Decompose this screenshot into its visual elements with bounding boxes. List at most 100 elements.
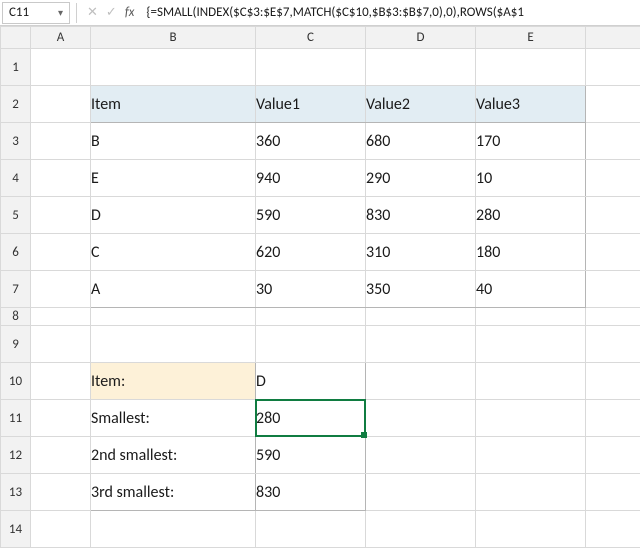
table-row[interactable]: 40 [476,271,586,308]
cell-D14[interactable] [366,511,476,548]
cell-pad5[interactable] [586,197,640,234]
col-head-pad[interactable] [586,27,640,49]
lookup-item-value[interactable]: D [256,363,366,400]
table-row[interactable]: 830 [366,197,476,234]
row-head-7[interactable]: 7 [1,271,31,308]
table-row[interactable]: A [91,271,256,308]
cell-pad7[interactable] [586,271,640,308]
cell-pad4[interactable] [586,160,640,197]
cell-A6[interactable] [31,234,91,271]
row-head-11[interactable]: 11 [1,400,31,437]
name-box[interactable]: C11 ▾ [2,2,70,24]
table-row[interactable]: E [91,160,256,197]
cell-B9[interactable] [91,326,256,363]
cell-A3[interactable] [31,123,91,160]
cell-A1[interactable] [31,49,91,86]
row-head-14[interactable]: 14 [1,511,31,548]
cell-A11[interactable] [31,400,91,437]
row-head-8[interactable]: 8 [1,308,31,326]
lookup-value-2nd[interactable]: 590 [256,437,366,474]
row-head-6[interactable]: 6 [1,234,31,271]
table-row[interactable]: 280 [476,197,586,234]
cell-pad2[interactable] [586,86,640,123]
cell-D8[interactable] [366,308,476,326]
table-row[interactable]: 350 [366,271,476,308]
cell-A8[interactable] [31,308,91,326]
cell-B8[interactable] [91,308,256,326]
cell-A7[interactable] [31,271,91,308]
row-head-12[interactable]: 12 [1,437,31,474]
cell-D11[interactable] [366,400,476,437]
cell-pad8[interactable] [586,308,640,326]
row-head-9[interactable]: 9 [1,326,31,363]
fx-icon[interactable]: fx [125,5,135,20]
cell-E9[interactable] [476,326,586,363]
cell-E14[interactable] [476,511,586,548]
cell-A4[interactable] [31,160,91,197]
cell-pad11[interactable] [586,400,640,437]
cell-D13[interactable] [366,474,476,511]
cell-D9[interactable] [366,326,476,363]
cell-D1[interactable] [366,49,476,86]
table-row[interactable]: C [91,234,256,271]
cell-pad3[interactable] [586,123,640,160]
row-head-5[interactable]: 5 [1,197,31,234]
table-row[interactable]: 10 [476,160,586,197]
cancel-icon[interactable]: ✕ [87,5,98,20]
lookup-label-2nd[interactable]: 2nd smallest: [91,437,256,474]
table-row[interactable]: 620 [256,234,366,271]
cell-pad12[interactable] [586,437,640,474]
cell-E11[interactable] [476,400,586,437]
cell-E10[interactable] [476,363,586,400]
table-row[interactable]: 170 [476,123,586,160]
cell-pad6[interactable] [586,234,640,271]
enter-icon[interactable]: ✓ [106,5,117,20]
cell-A2[interactable] [31,86,91,123]
cell-E8[interactable] [476,308,586,326]
cell-pad14[interactable] [586,511,640,548]
lookup-item-label[interactable]: Item: [91,363,256,400]
cell-D10[interactable] [366,363,476,400]
cell-C1[interactable] [256,49,366,86]
row-head-3[interactable]: 3 [1,123,31,160]
table-row[interactable]: D [91,197,256,234]
table-row[interactable]: 30 [256,271,366,308]
cell-pad13[interactable] [586,474,640,511]
cell-C14[interactable] [256,511,366,548]
cell-A12[interactable] [31,437,91,474]
lookup-value-3rd[interactable]: 830 [256,474,366,511]
cell-A10[interactable] [31,363,91,400]
table-row[interactable]: 310 [366,234,476,271]
header-item[interactable]: Item [91,86,256,123]
chevron-down-icon[interactable]: ▾ [58,6,63,19]
row-head-1[interactable]: 1 [1,49,31,86]
cell-C9[interactable] [256,326,366,363]
table-row[interactable]: B [91,123,256,160]
formula-input[interactable]: {=SMALL(INDEX($C$3:$E$7,MATCH($C$10,$B$3… [140,5,640,20]
header-value2[interactable]: Value2 [366,86,476,123]
col-head-D[interactable]: D [366,27,476,49]
table-row[interactable]: 940 [256,160,366,197]
select-all-corner[interactable] [1,27,31,49]
table-row[interactable]: 680 [366,123,476,160]
cell-pad10[interactable] [586,363,640,400]
table-row[interactable]: 180 [476,234,586,271]
table-row[interactable]: 590 [256,197,366,234]
cell-E12[interactable] [476,437,586,474]
col-head-B[interactable]: B [91,27,256,49]
row-head-13[interactable]: 13 [1,474,31,511]
cell-A14[interactable] [31,511,91,548]
col-head-E[interactable]: E [476,27,586,49]
row-head-10[interactable]: 10 [1,363,31,400]
cell-D12[interactable] [366,437,476,474]
cell-pad1[interactable] [586,49,640,86]
cell-E1[interactable] [476,49,586,86]
row-head-4[interactable]: 4 [1,160,31,197]
cell-A9[interactable] [31,326,91,363]
cell-C8[interactable] [256,308,366,326]
table-row[interactable]: 360 [256,123,366,160]
col-head-C[interactable]: C [256,27,366,49]
cell-pad9[interactable] [586,326,640,363]
lookup-label-smallest[interactable]: Smallest: [91,400,256,437]
row-head-2[interactable]: 2 [1,86,31,123]
